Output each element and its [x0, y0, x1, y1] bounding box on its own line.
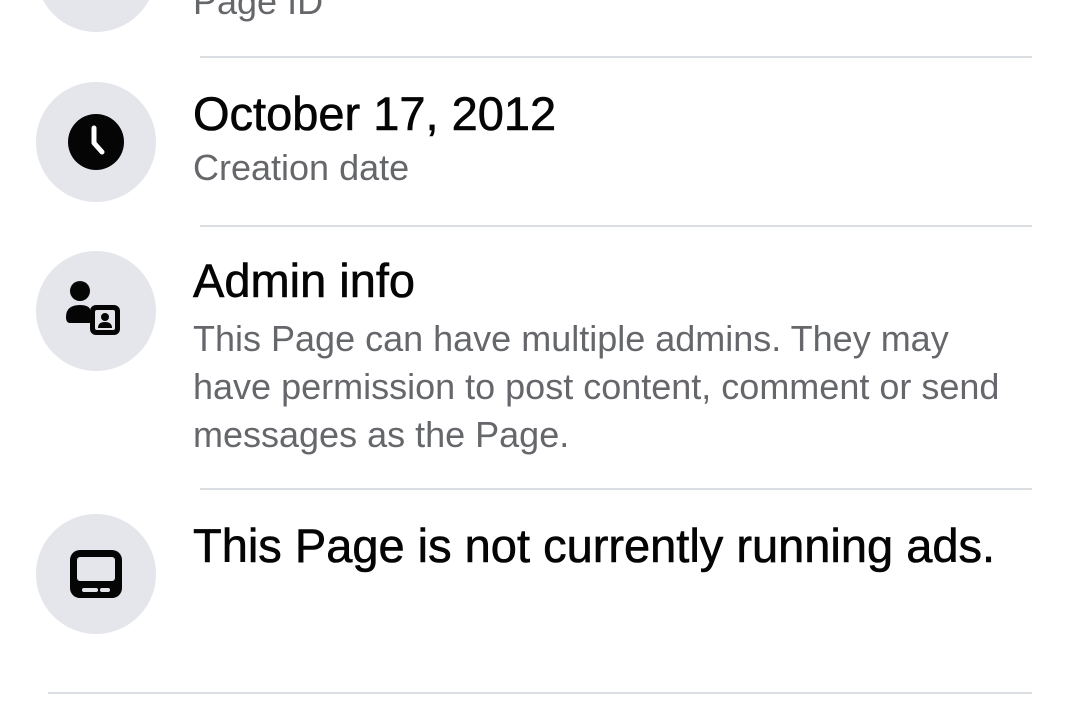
admin-info-icon-circle — [36, 251, 156, 371]
page-transparency-section: Page ID October 17, 2012 Creation date A… — [0, 0, 1080, 716]
ads-monitor-icon — [70, 550, 122, 598]
admin-badge-icon — [66, 281, 120, 335]
page-id-label: Page ID — [193, 0, 324, 22]
divider — [200, 488, 1032, 490]
clock-icon — [68, 114, 124, 170]
page-id-icon-circle — [36, 0, 156, 32]
bottom-divider — [48, 692, 1032, 694]
divider — [200, 56, 1032, 58]
divider — [200, 225, 1032, 227]
creation-date-row: October 17, 2012 Creation date — [0, 82, 1080, 212]
admin-info-row: Admin info This Page can have multiple a… — [0, 251, 1080, 471]
creation-date-value: October 17, 2012 — [193, 87, 557, 141]
creation-date-icon-circle — [36, 82, 156, 202]
ads-status-row: This Page is not currently running ads. — [0, 514, 1080, 664]
ads-icon-circle — [36, 514, 156, 634]
ads-status-text: This Page is not currently running ads. — [193, 519, 996, 573]
admin-info-description: This Page can have multiple admins. They… — [193, 318, 1000, 455]
creation-date-label: Creation date — [193, 147, 410, 188]
admin-info-title: Admin info — [193, 254, 416, 308]
page-id-row: Page ID — [0, 0, 1080, 56]
